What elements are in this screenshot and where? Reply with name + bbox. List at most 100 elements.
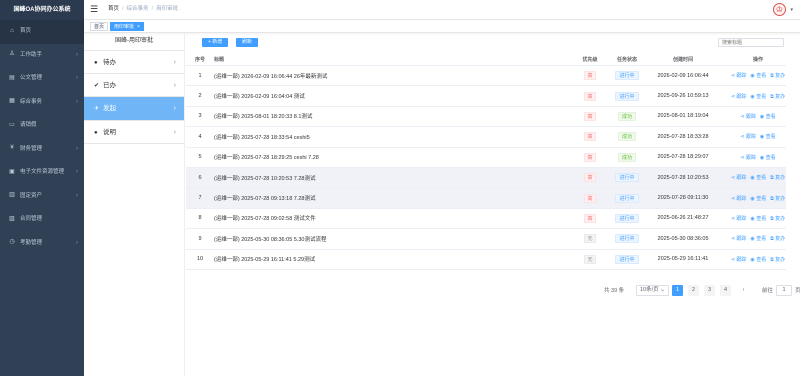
sub-item-1[interactable]: ✔ 已办 › (84, 74, 184, 97)
view-button[interactable]: ◉ 查看 (750, 174, 766, 181)
copy-button[interactable]: ⧉ 复办 (770, 174, 785, 181)
table-row[interactable]: 1 (运维一部) 2026-02-09 16:06:44 26年最新测试 高 进行中 2… (186, 66, 786, 87)
track-label: 跟踪 (745, 113, 756, 120)
sidebar-item-7[interactable]: ▥ 固定资产 › (0, 185, 84, 209)
sidebar-item-label: 首页 (20, 28, 32, 34)
share-icon: ⋖ (730, 256, 736, 263)
copy-button[interactable]: ⧉ 复办 (770, 93, 785, 100)
breadcrumb: 首页 / 综合事务 / 用印审批 (108, 6, 179, 12)
eye-icon: ◉ (750, 215, 755, 222)
track-button[interactable]: ⋖ 跟踪 (731, 93, 747, 100)
view-button[interactable]: ◉ 查看 (760, 113, 776, 120)
track-button[interactable]: ⋖ 跟踪 (731, 256, 747, 263)
table-row[interactable]: 10 (运维一部) 2025-05-29 16:11:41 5.29测试 无 进行中 2… (186, 250, 786, 270)
track-label: 跟踪 (736, 175, 747, 182)
table-row[interactable]: 6 (运维一部) 2025-07-28 10:20:53 7.28测试 高 进行中 20… (186, 168, 786, 189)
row-title[interactable]: (运维一部) 2025-07-28 18:33:54 ceshi5 (214, 127, 564, 146)
sidebar-item-0[interactable]: ⌂ 首页 (0, 20, 84, 44)
copy-button[interactable]: ⧉ 复办 (770, 72, 785, 79)
row-title[interactable]: (运维一部) 2026-02-09 16:06:44 26年最新测试 (214, 66, 564, 85)
row-title[interactable]: (运维一部) 2025-07-28 18:29:25 ceshi 7.28 (214, 148, 564, 167)
check-icon: ✔ (94, 82, 100, 89)
track-button[interactable]: ⋖ 跟踪 (731, 174, 747, 181)
chevron-right-icon: › (173, 81, 176, 89)
goto-input[interactable]: 1 (776, 285, 792, 296)
view-button[interactable]: ◉ 查看 (750, 215, 766, 222)
tag-active[interactable]: 用印审批 × (110, 22, 144, 31)
chevron-right-icon: › (76, 75, 78, 81)
add-button[interactable]: + 新增 (202, 38, 229, 47)
close-icon[interactable]: × (137, 24, 140, 30)
sidebar-item-6[interactable]: ▣ 电子文件资源管理 › (0, 161, 84, 185)
track-button[interactable]: ⋖ 跟踪 (740, 133, 756, 140)
page-number[interactable]: 2 (688, 285, 699, 296)
view-button[interactable]: ◉ 查看 (750, 195, 766, 202)
status-badge: 进行中 (615, 91, 639, 101)
hamburger-icon[interactable]: ☰ (90, 5, 98, 14)
copy-button[interactable]: ⧉ 复办 (770, 235, 785, 242)
table-row[interactable]: 8 (运维一部) 2025-07-28 09:02:58 测试文件 高 进行中 2025… (186, 209, 786, 230)
copy-button[interactable]: ⧉ 复办 (770, 256, 785, 263)
table-row[interactable]: 9 (运维一部) 2025-05-30 08:36:05 5.30测试流程 无 进行中… (186, 229, 786, 250)
row-title[interactable]: (运维一部) 2025-07-28 09:13:18 7.28测试 (214, 188, 564, 207)
view-button[interactable]: ◉ 查看 (760, 154, 776, 161)
row-title[interactable]: (运维一部) 2025-08-01 18:20:33 8.1测试 (214, 107, 564, 126)
goto-label: 前往 (762, 288, 774, 294)
eye-icon: ◉ (750, 175, 755, 182)
sidebar-item-9[interactable]: ◷ 考勤管理 › (0, 232, 84, 256)
next-page-icon[interactable]: › (738, 285, 749, 296)
caret-down-icon[interactable]: ▾ (790, 7, 793, 13)
track-button[interactable]: ⋖ 跟踪 (740, 113, 756, 120)
table-row[interactable]: 5 (运维一部) 2025-07-28 18:29:25 ceshi 7.28 高 成… (186, 148, 786, 168)
table-row[interactable]: 4 (运维一部) 2025-07-28 18:33:54 ceshi5 高 成功 202… (186, 127, 786, 148)
table-row[interactable]: 3 (运维一部) 2025-08-01 18:20:33 8.1测试 高 成功 2025… (186, 107, 786, 128)
view-button[interactable]: ◉ 查看 (750, 256, 766, 263)
status-badge: 进行中 (615, 193, 639, 203)
breadcrumb-current: 用印审批 (156, 6, 179, 12)
sub-item-0[interactable]: ● 待办 › (84, 50, 184, 74)
table-row[interactable]: 2 (运维一部) 2026-02-09 16:04:04 测试 高 进行中 2025-0… (186, 86, 786, 107)
copy-button[interactable]: ⧉ 复办 (770, 195, 785, 202)
track-button[interactable]: ⋖ 跟踪 (740, 154, 756, 161)
sub-item-3[interactable]: ● 说明 › (84, 121, 184, 144)
track-button[interactable]: ⋖ 跟踪 (731, 235, 747, 242)
sidebar-item-8[interactable]: ▧ 合同管理 (0, 208, 84, 232)
sidebar-item-5[interactable]: ¥ 财务管理 › (0, 138, 84, 162)
view-button[interactable]: ◉ 查看 (750, 93, 766, 100)
view-button[interactable]: ◉ 查看 (760, 133, 776, 140)
refresh-button[interactable]: 刷新 (236, 38, 259, 47)
sidebar-item-1[interactable]: ♙ 工作助手 › (0, 44, 84, 68)
sidebar-item-3[interactable]: ▦ 综合事务 › (0, 91, 84, 115)
priority-badge: 高 (584, 91, 596, 101)
track-button[interactable]: ⋖ 跟踪 (731, 195, 747, 202)
table-header: 序号 标题 优先级 任务状态 创建时间 操作 (186, 53, 786, 66)
table-row[interactable]: 7 (运维一部) 2025-07-28 09:13:18 7.28测试 高 进行中 20… (186, 188, 786, 209)
sidebar-item-2[interactable]: ▤ 公文管理 › (0, 67, 84, 91)
row-title[interactable]: (运维一部) 2025-07-28 09:02:58 测试文件 (214, 209, 564, 228)
view-button[interactable]: ◉ 查看 (750, 72, 766, 79)
page-number[interactable]: 4 (720, 285, 731, 296)
row-title[interactable]: (运维一部) 2025-05-29 16:11:41 5.29测试 (214, 250, 564, 269)
copy-icon: ⧉ (770, 93, 774, 100)
track-label: 跟踪 (745, 134, 756, 141)
sidebar-item-4[interactable]: ▭ 请销假 (0, 114, 84, 138)
view-label: 查看 (756, 195, 767, 202)
avatar[interactable]: ♔ (773, 3, 786, 16)
track-button[interactable]: ⋖ 跟踪 (731, 215, 747, 222)
breadcrumb-home[interactable]: 首页 (108, 6, 119, 12)
copy-button[interactable]: ⧉ 复办 (770, 215, 785, 222)
sub-item-2[interactable]: ✈ 发起 › (84, 97, 184, 121)
page-number[interactable]: 3 (704, 285, 715, 296)
view-label: 查看 (765, 113, 776, 120)
track-button[interactable]: ⋖ 跟踪 (731, 72, 747, 79)
view-button[interactable]: ◉ 查看 (750, 235, 766, 242)
row-title[interactable]: (运维一部) 2026-02-09 16:04:04 测试 (214, 86, 564, 105)
eye-icon: ◉ (750, 73, 755, 80)
row-title[interactable]: (运维一部) 2025-05-30 08:36:05 5.30测试流程 (214, 229, 564, 248)
folder-icon: ▣ (9, 168, 15, 175)
page-number[interactable]: 1 (672, 285, 683, 296)
tag-home[interactable]: 首页 (90, 22, 109, 31)
row-title[interactable]: (运维一部) 2025-07-28 10:20:53 7.28测试 (214, 168, 564, 187)
search-input[interactable] (718, 38, 784, 47)
prev-page-icon[interactable]: ‹ (656, 285, 667, 296)
